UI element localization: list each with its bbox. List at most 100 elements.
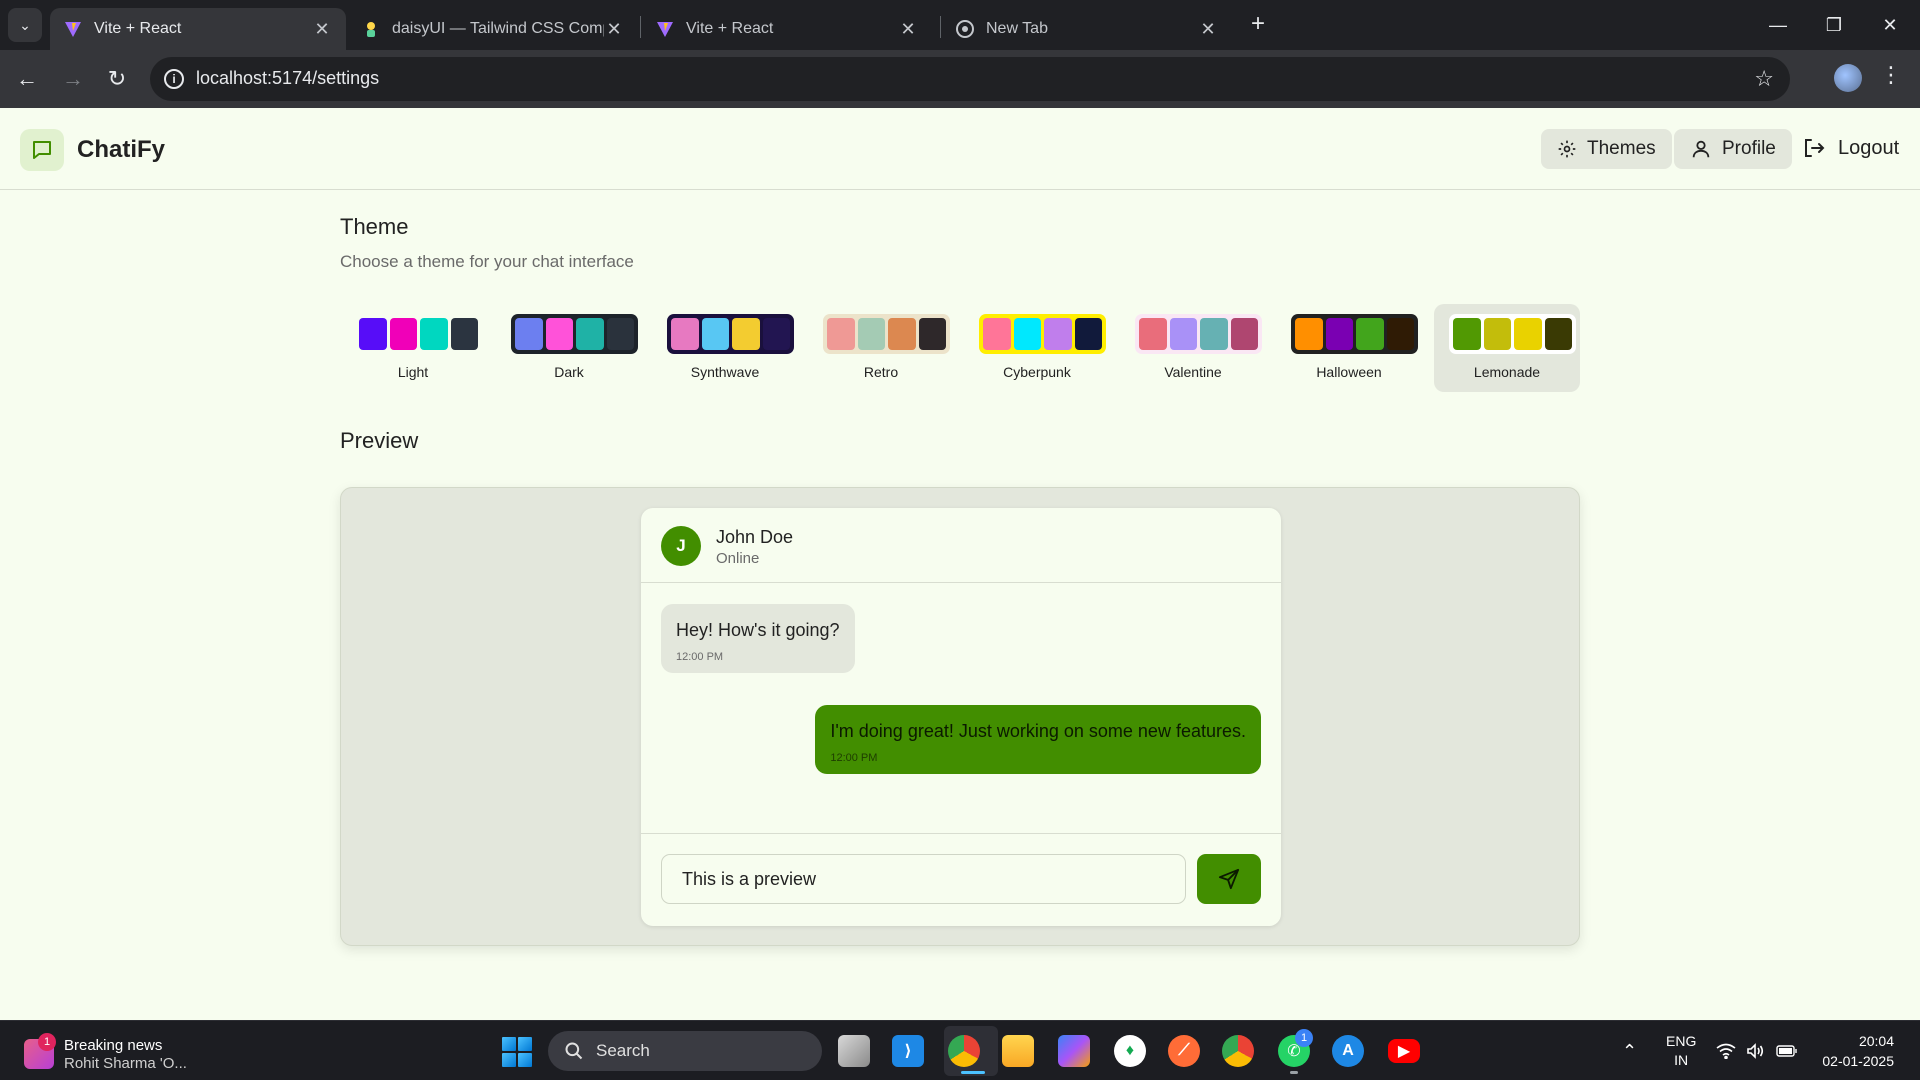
tab-title: daisyUI — Tailwind CSS Compo xyxy=(392,20,604,37)
wifi-icon[interactable] xyxy=(1716,1021,1736,1080)
battery-icon[interactable] xyxy=(1776,1021,1798,1080)
theme-name: Dark xyxy=(554,364,584,380)
theme-section-subtitle: Choose a theme for your chat interface xyxy=(340,252,634,271)
theme-swatch xyxy=(355,314,482,354)
theme-option-dark[interactable]: Dark xyxy=(496,304,642,392)
sent-message-bubble: I'm doing great! Just working on some ne… xyxy=(815,705,1261,774)
bookmark-star-icon[interactable]: ☆ xyxy=(1754,66,1774,92)
site-info-icon[interactable]: i xyxy=(164,69,184,89)
news-subtitle: Rohit Sharma 'O... xyxy=(64,1055,187,1072)
minimize-icon[interactable]: — xyxy=(1758,8,1798,42)
daisyui-favicon-icon xyxy=(362,20,380,38)
back-arrow-icon[interactable]: ← xyxy=(10,62,44,96)
themes-button[interactable]: Themes xyxy=(1541,129,1672,169)
logout-icon xyxy=(1805,139,1825,157)
message-input[interactable] xyxy=(661,854,1186,904)
browser-profile-avatar[interactable] xyxy=(1834,64,1862,92)
theme-swatch xyxy=(1449,314,1576,354)
browser-menu-icon[interactable]: ⋮ xyxy=(1880,62,1902,88)
show-hidden-icons-chevron-icon[interactable]: ⌃ xyxy=(1622,1021,1637,1080)
news-widget[interactable]: 1 Breaking news Rohit Sharma 'O... xyxy=(24,1033,224,1073)
theme-option-halloween[interactable]: Halloween xyxy=(1276,304,1422,392)
windows-start-icon[interactable] xyxy=(502,1037,532,1067)
task-view-icon[interactable] xyxy=(838,1035,870,1067)
theme-name: Halloween xyxy=(1316,364,1382,380)
clock-date: 02-01-2025 xyxy=(1822,1053,1894,1069)
reload-icon[interactable]: ↻ xyxy=(100,62,134,96)
close-tab-icon[interactable]: ✕ xyxy=(1198,19,1218,40)
vscode-icon[interactable]: ⟩ xyxy=(892,1035,924,1067)
tab-search-dropdown-icon[interactable]: ⌄ xyxy=(8,8,42,42)
taskbar-search[interactable]: Search xyxy=(548,1031,822,1071)
received-message-bubble: Hey! How's it going? 12:00 PM xyxy=(661,604,855,673)
restore-icon[interactable]: ❐ xyxy=(1814,8,1854,42)
tab-daisyui[interactable]: daisyUI — Tailwind CSS Compo ✕ xyxy=(348,8,638,50)
chrome-favicon-icon xyxy=(956,20,974,38)
theme-option-retro[interactable]: Retro xyxy=(808,304,954,392)
chat-header: J John Doe Online xyxy=(641,508,1281,583)
contact-avatar: J xyxy=(661,526,701,566)
close-tab-icon[interactable]: ✕ xyxy=(604,19,624,40)
theme-swatch xyxy=(1291,314,1418,354)
logout-label: Logout xyxy=(1838,136,1900,159)
os-taskbar: 1 Breaking news Rohit Sharma 'O... Searc… xyxy=(0,1020,1920,1080)
url-text[interactable]: localhost:5174/settings xyxy=(196,68,379,89)
tab-title: New Tab xyxy=(986,20,1048,37)
file-explorer-icon[interactable] xyxy=(1002,1035,1034,1067)
news-badge: 1 xyxy=(38,1033,56,1051)
running-app-indicator xyxy=(1290,1071,1298,1074)
tab-vite-react-1[interactable]: Vite + React ✕ xyxy=(50,8,346,50)
tab-title: Vite + React xyxy=(686,20,774,37)
theme-option-cyberpunk[interactable]: Cyberpunk xyxy=(964,304,1110,392)
message-text: I'm doing great! Just working on some ne… xyxy=(830,721,1246,741)
theme-option-synthwave[interactable]: Synthwave xyxy=(652,304,798,392)
theme-swatch xyxy=(511,314,638,354)
browser-toolbar: ← → ↻ i localhost:5174/settings ☆ ⋮ xyxy=(0,50,1920,108)
address-bar[interactable]: i localhost:5174/settings ☆ xyxy=(150,57,1790,101)
theme-name: Lemonade xyxy=(1473,364,1541,380)
new-tab-plus-icon[interactable]: + xyxy=(1244,10,1272,38)
tab-new-tab[interactable]: New Tab ✕ xyxy=(942,8,1232,50)
postman-icon[interactable]: ⟋ xyxy=(1168,1035,1200,1067)
theme-name: Light xyxy=(397,364,429,380)
send-button[interactable] xyxy=(1197,854,1261,904)
forward-arrow-icon[interactable]: → xyxy=(56,62,90,96)
message-time: 12:00 PM xyxy=(676,651,724,663)
profile-button[interactable]: Profile xyxy=(1674,129,1792,169)
logout-button[interactable]: Logout xyxy=(1802,136,1899,160)
theme-swatch xyxy=(823,314,950,354)
tab-vite-react-2[interactable]: Vite + React ✕ xyxy=(642,8,932,50)
tab-separator xyxy=(640,16,641,38)
chrome-icon[interactable] xyxy=(1222,1035,1254,1067)
theme-option-valentine[interactable]: Valentine xyxy=(1120,304,1266,392)
chat-composer xyxy=(641,833,1281,926)
system-clock[interactable]: 20:04 02-01-2025 xyxy=(1810,1031,1894,1071)
theme-name: Cyberpunk xyxy=(1003,364,1071,380)
profile-label: Profile xyxy=(1722,138,1776,159)
chrome-dev-icon[interactable] xyxy=(948,1035,980,1067)
youtube-icon[interactable]: ▶ xyxy=(1388,1039,1420,1063)
app-store-icon[interactable]: A xyxy=(1332,1035,1364,1067)
search-label: Search xyxy=(596,1041,650,1060)
themes-label: Themes xyxy=(1587,138,1656,159)
copilot-icon[interactable] xyxy=(1058,1035,1090,1067)
theme-picker: Light Dark Synthwave Retro Cyberpunk Val… xyxy=(340,304,1580,392)
tab-title: Vite + React xyxy=(94,20,182,37)
theme-swatch xyxy=(1135,314,1262,354)
theme-section-title: Theme xyxy=(340,214,409,239)
volume-icon[interactable] xyxy=(1746,1021,1764,1080)
contact-status: Online xyxy=(716,550,760,567)
chat-preview-window: J John Doe Online Hey! How's it going? 1… xyxy=(641,508,1281,926)
chat-logo-icon[interactable] xyxy=(20,129,64,171)
language-indicator[interactable]: ENG IN xyxy=(1666,1021,1696,1080)
clock-time: 20:04 xyxy=(1858,1033,1894,1049)
close-tab-icon[interactable]: ✕ xyxy=(312,19,332,40)
theme-swatch xyxy=(667,314,794,354)
close-tab-icon[interactable]: ✕ xyxy=(898,19,918,40)
mongodb-compass-icon[interactable]: ♦ xyxy=(1114,1035,1146,1067)
user-icon xyxy=(1692,140,1710,158)
brand-name[interactable]: ChatiFy xyxy=(77,136,165,164)
theme-option-light[interactable]: Light xyxy=(340,304,486,392)
theme-option-lemonade[interactable]: Lemonade xyxy=(1434,304,1580,392)
close-window-icon[interactable]: ✕ xyxy=(1870,8,1910,42)
